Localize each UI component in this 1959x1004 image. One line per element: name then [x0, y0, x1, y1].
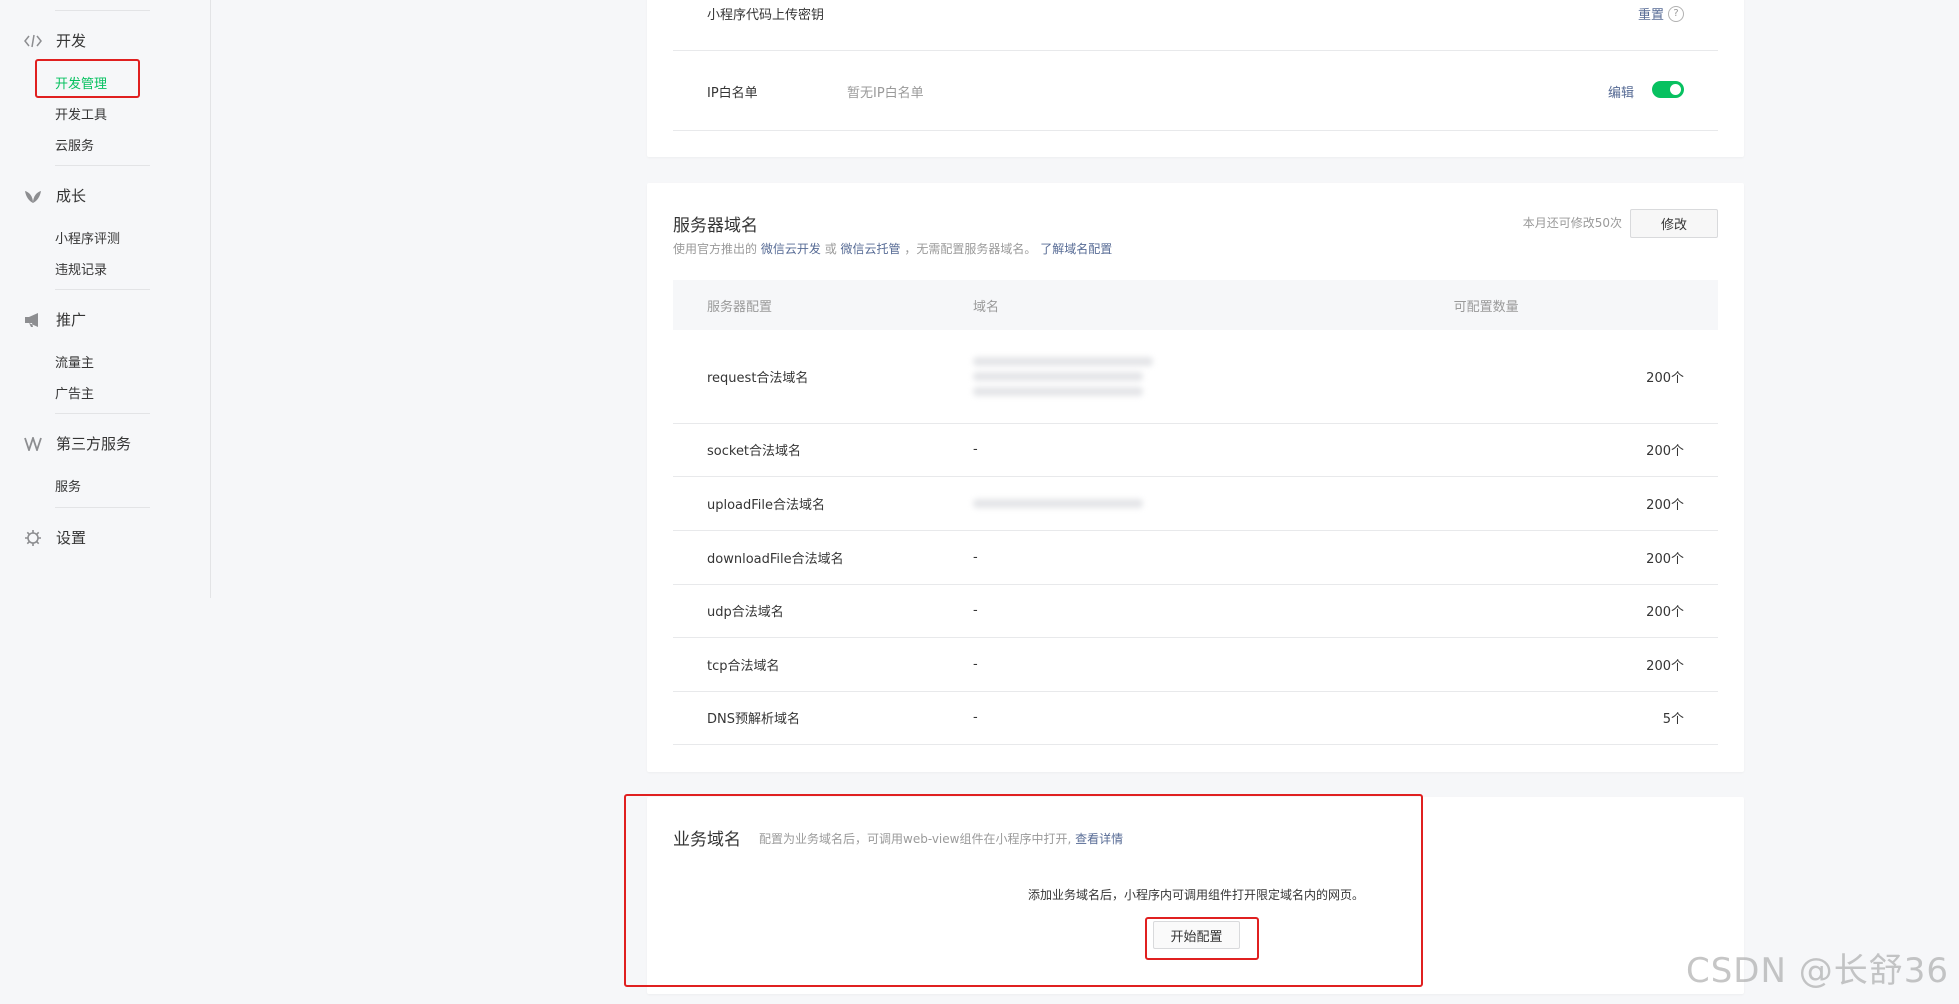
sidebar-item-cloud-service[interactable]: 云服务	[55, 135, 94, 154]
row-name: DNS预解析域名	[673, 691, 973, 745]
desc-text: 配置为业务域名后，可调用web-view组件在小程序中打开,	[759, 832, 1072, 846]
sidebar-item-dev-tools[interactable]: 开发工具	[55, 104, 107, 123]
sidebar-group-growth[interactable]: 成长	[24, 185, 86, 206]
table-row: downloadFile合法域名 - 200个	[673, 530, 1718, 585]
column-header: 域名	[973, 280, 1454, 330]
sidebar-group-label: 开发	[56, 32, 87, 50]
table-row: socket合法域名 - 200个	[673, 423, 1718, 477]
sidebar-divider	[55, 289, 150, 290]
sidebar-item-services[interactable]: 服务	[55, 476, 81, 495]
table-header: 服务器配置 域名 可配置数量	[673, 280, 1718, 330]
learn-domain-link[interactable]: 了解域名配置	[1040, 242, 1112, 256]
row-count: 200个	[1453, 476, 1718, 531]
row-domain-blurred	[973, 330, 1454, 424]
sidebar-group-dev[interactable]: 开发	[24, 30, 86, 51]
table-row: DNS预解析域名 - 5个	[673, 691, 1718, 745]
server-domain-card: 服务器域名 使用官方推出的 微信云开发 或 微信云托管 ，无需配置服务器域名。 …	[647, 183, 1744, 772]
sidebar-group-third-party[interactable]: 第三方服务	[24, 433, 131, 454]
row-count: 200个	[1453, 423, 1718, 477]
row-domain-blurred	[973, 476, 1454, 531]
sidebar-group-label: 第三方服务	[56, 435, 132, 453]
server-domain-title: 服务器域名	[673, 216, 758, 236]
business-domain-title: 业务域名	[673, 830, 741, 850]
sidebar-divider	[55, 10, 150, 11]
row-count: 200个	[1453, 584, 1718, 638]
desc-text: ，无需配置服务器域名。	[904, 242, 1037, 256]
row-domain: -	[973, 423, 1454, 477]
sidebar-group-label: 设置	[56, 529, 87, 547]
sidebar-group-settings[interactable]: 设置	[24, 527, 86, 548]
desc-text: 或	[824, 242, 837, 256]
sidebar-group-label: 成长	[56, 187, 87, 205]
row-domain: -	[973, 691, 1454, 745]
sidebar-item-evaluation[interactable]: 小程序评测	[55, 228, 120, 247]
row-name: uploadFile合法域名	[673, 476, 973, 531]
sidebar-group-label: 推广	[56, 311, 87, 329]
reset-link[interactable]: 重置	[1638, 4, 1664, 23]
remaining-changes: 本月还可修改50次	[1522, 216, 1622, 230]
view-details-link[interactable]: 查看详情	[1075, 832, 1123, 846]
row-domain: -	[973, 637, 1454, 692]
sidebar-divider	[55, 413, 150, 414]
sidebar-divider	[55, 165, 150, 166]
leaf-icon	[24, 187, 42, 205]
sidebar-divider	[55, 507, 150, 508]
help-icon[interactable]: ?	[1668, 5, 1684, 22]
cloud-hosting-link[interactable]: 微信云托管	[841, 242, 901, 256]
row-domain: -	[973, 530, 1454, 585]
sidebar-item-violations[interactable]: 违规记录	[55, 259, 107, 278]
upload-key-row: 小程序代码上传密钥 重置 ?	[673, 0, 1718, 51]
code-icon	[24, 32, 42, 50]
table-row: udp合法域名 - 200个	[673, 584, 1718, 638]
server-domain-desc: 使用官方推出的 微信云开发 或 微信云托管 ，无需配置服务器域名。 了解域名配置	[673, 240, 1112, 257]
row-name: udp合法域名	[673, 584, 973, 638]
ip-whitelist-value: 暂无IP白名单	[847, 86, 924, 101]
ip-whitelist-label: IP白名单	[707, 86, 758, 101]
business-domain-hint: 添加业务域名后，小程序内可调用组件打开限定域名内的网页。	[1028, 888, 1365, 902]
sidebar: 开发 开发管理 开发工具 云服务 成长 小程序评测 违规记录 推广 流量主 广告…	[0, 0, 211, 598]
table-row: tcp合法域名 - 200个	[673, 637, 1718, 692]
dev-settings-card: 小程序代码上传密钥 重置 ? IP白名单 暂无IP白名单 编辑	[647, 0, 1744, 157]
row-count: 200个	[1453, 330, 1718, 424]
sidebar-item-dev-management[interactable]: 开发管理	[55, 73, 107, 92]
row-name: tcp合法域名	[673, 637, 973, 692]
desc-text: 使用官方推出的	[673, 242, 758, 256]
sidebar-item-advertiser[interactable]: 广告主	[55, 383, 94, 402]
row-name: socket合法域名	[673, 423, 973, 477]
cloud-dev-link[interactable]: 微信云开发	[761, 242, 821, 256]
row-count: 200个	[1453, 530, 1718, 585]
table-row: uploadFile合法域名 200个	[673, 476, 1718, 531]
row-count: 5个	[1453, 691, 1718, 745]
third-party-icon	[24, 435, 42, 453]
column-header: 可配置数量	[1453, 280, 1718, 330]
upload-key-label: 小程序代码上传密钥	[707, 8, 825, 23]
megaphone-icon	[24, 311, 42, 329]
server-domain-table: 服务器配置 域名 可配置数量 request合法域名 200个 socket合法…	[673, 280, 1718, 745]
row-name: downloadFile合法域名	[673, 530, 973, 585]
table-row: request合法域名 200个	[673, 330, 1718, 424]
column-header: 服务器配置	[673, 280, 973, 330]
ip-whitelist-toggle[interactable]	[1652, 81, 1684, 98]
ip-whitelist-row: IP白名单 暂无IP白名单 编辑	[673, 50, 1718, 131]
row-domain: -	[973, 584, 1454, 638]
row-name: request合法域名	[673, 330, 973, 424]
watermark: CSDN @长舒36	[1685, 951, 1949, 991]
row-count: 200个	[1453, 637, 1718, 692]
sidebar-group-promotion[interactable]: 推广	[24, 309, 86, 330]
business-domain-desc: 配置为业务域名后，可调用web-view组件在小程序中打开, 查看详情	[759, 830, 1123, 847]
edit-ip-link[interactable]: 编辑	[1608, 82, 1634, 101]
modify-button[interactable]: 修改	[1630, 209, 1718, 238]
business-domain-card: 业务域名 配置为业务域名后，可调用web-view组件在小程序中打开, 查看详情…	[647, 797, 1744, 994]
sidebar-item-traffic-owner[interactable]: 流量主	[55, 352, 94, 371]
gear-icon	[24, 529, 42, 547]
start-config-button[interactable]: 开始配置	[1153, 921, 1240, 949]
